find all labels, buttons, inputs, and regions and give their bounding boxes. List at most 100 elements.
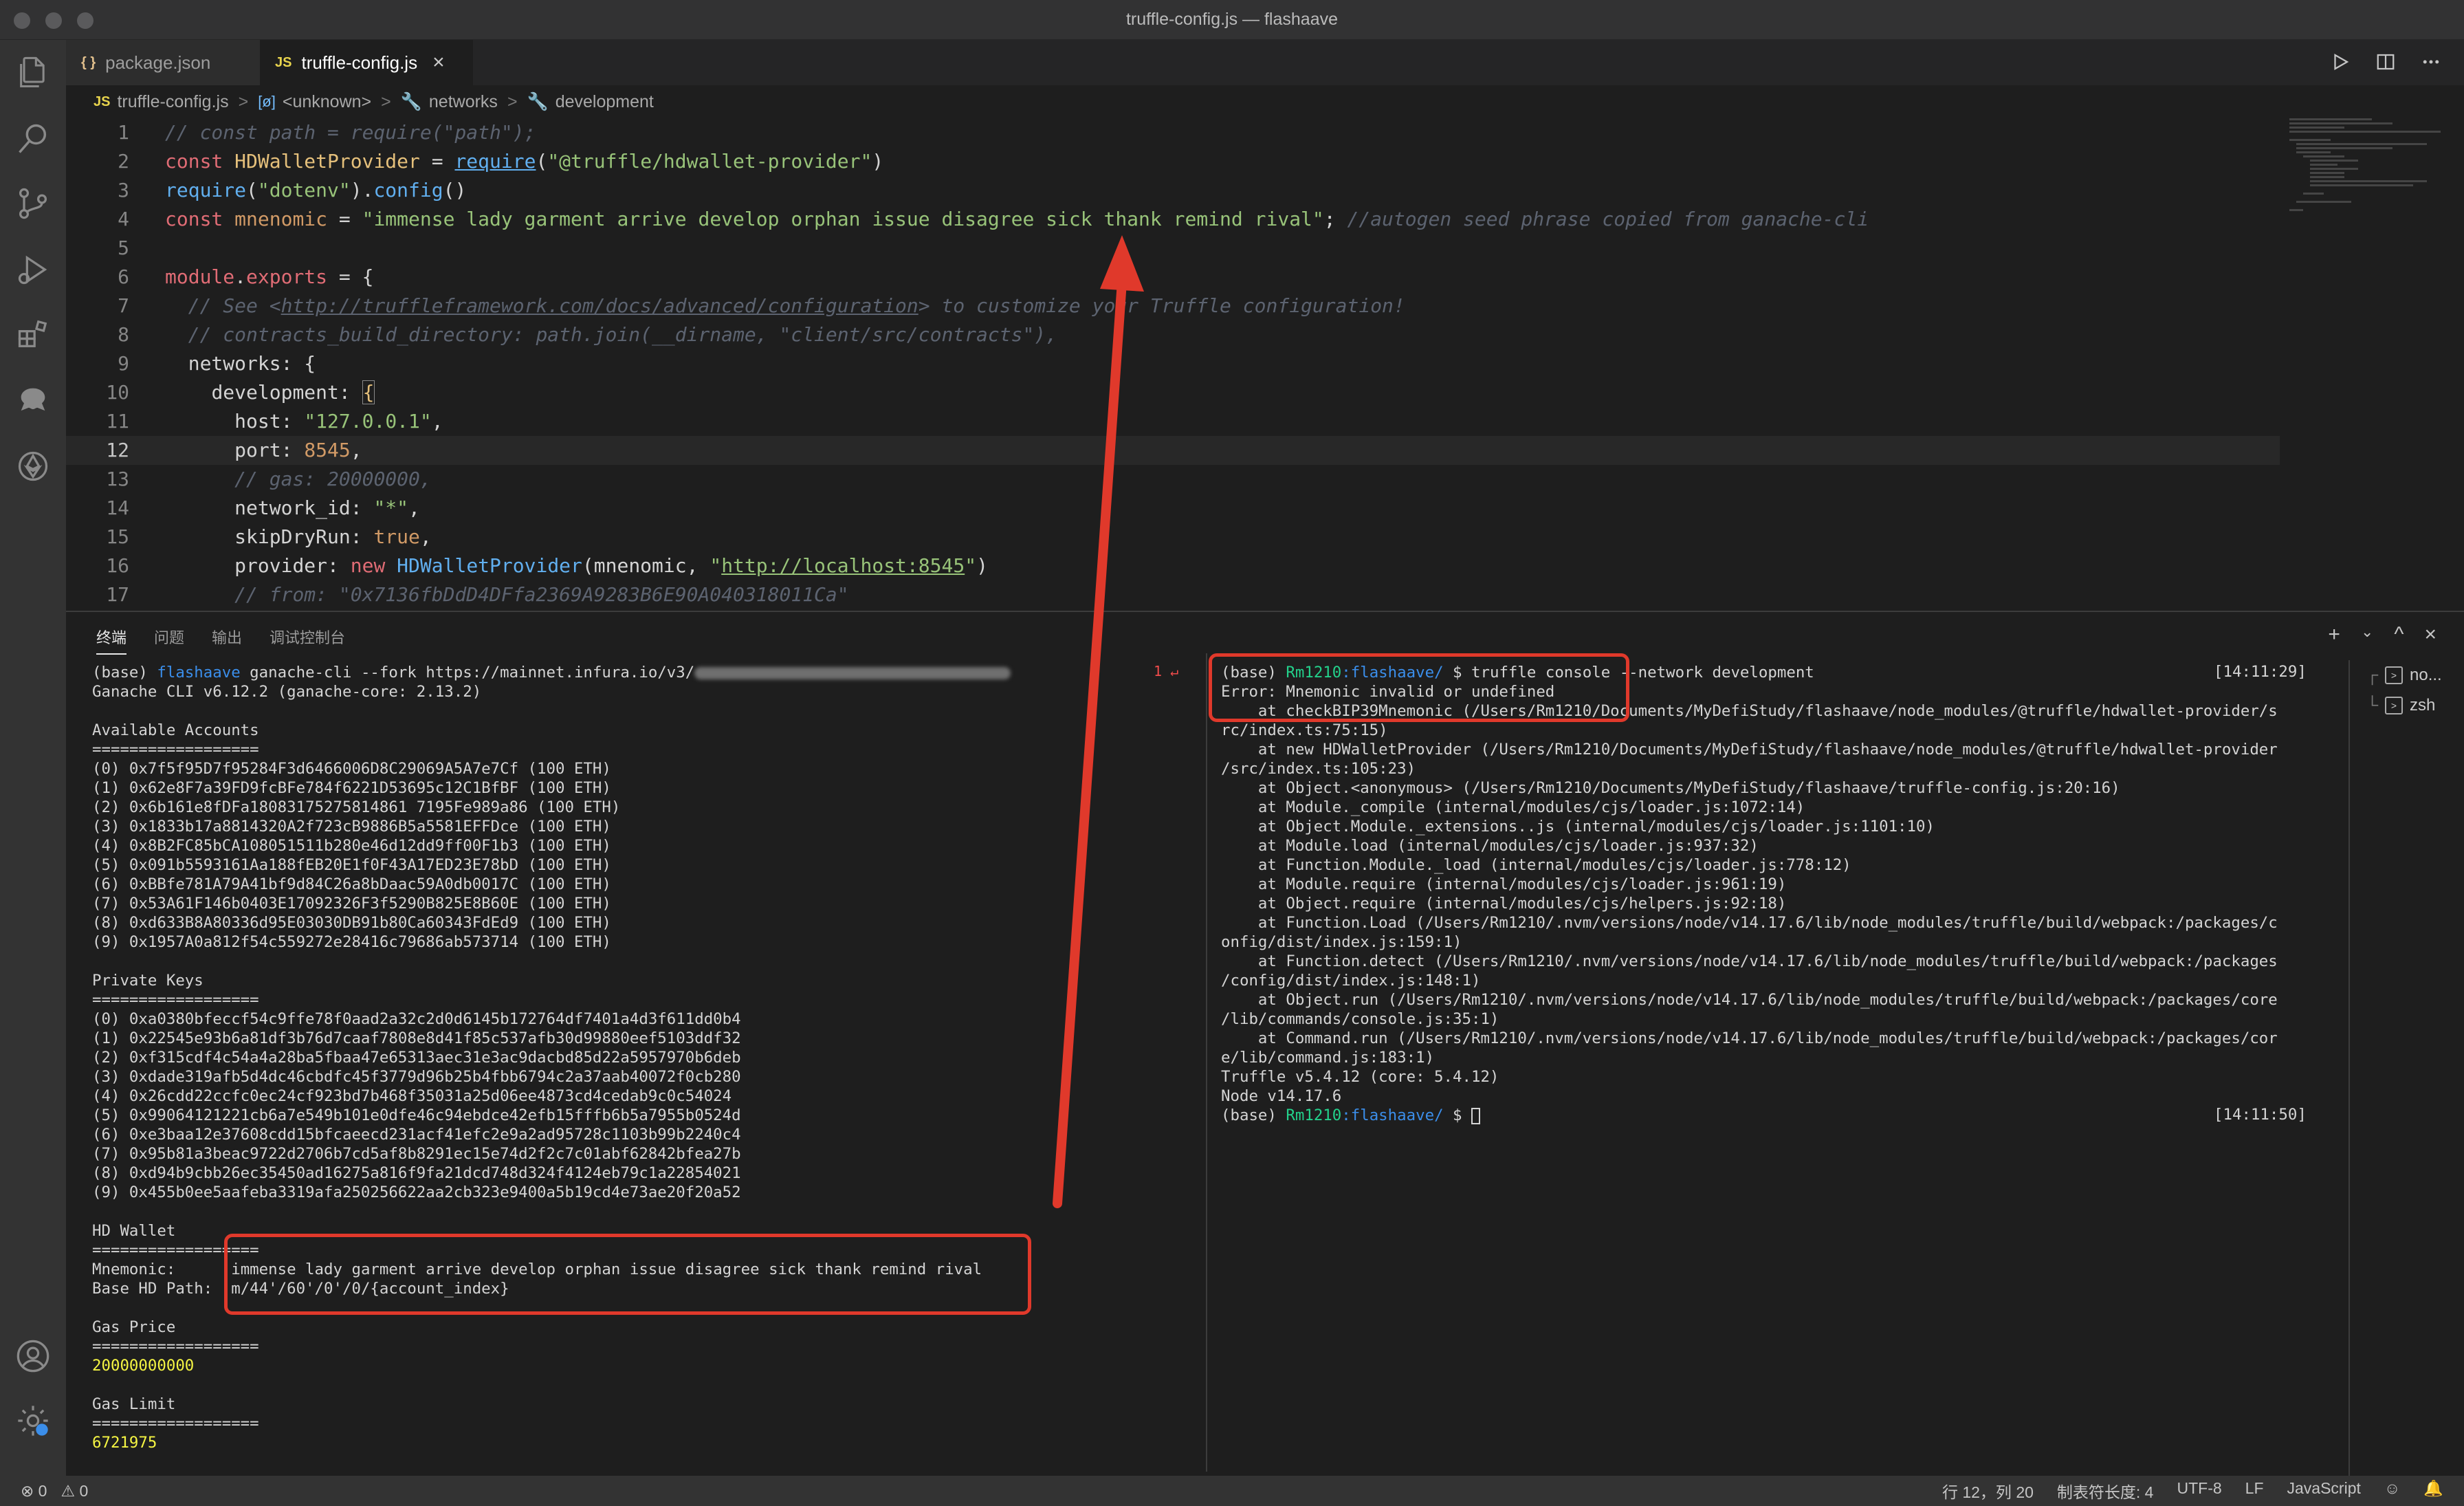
title-bar: truffle-config.js — flashaave: [0, 0, 2464, 40]
stack-line: at Module.load (internal/modules/cjs/loa…: [1221, 837, 1759, 855]
key-row: (9) 0x455b0ee5aafeba3319afa250256622aa2c…: [92, 1183, 741, 1201]
run-icon[interactable]: [2328, 50, 2353, 74]
stack-line: at Function.detect (/Users/Rm1210/.nvm/v…: [1221, 952, 2278, 970]
code-line-current: 12 port: 8545,: [66, 436, 2280, 465]
prompt-base: (base): [92, 664, 157, 681]
terminal-name: zsh: [2410, 696, 2436, 714]
run-debug-icon[interactable]: [15, 252, 51, 287]
variable-icon: [ø]: [258, 93, 276, 110]
stack-line: rc/index.ts:75:15): [1221, 721, 1388, 739]
chevron-down-icon[interactable]: ⌄: [2361, 623, 2373, 646]
terminal-icon: >: [2385, 697, 2404, 714]
language-mode[interactable]: JavaScript: [2287, 1479, 2361, 1503]
breadcrumb-item[interactable]: truffle-config.js: [117, 92, 228, 112]
feedback-icon[interactable]: ☺: [2384, 1479, 2400, 1503]
mnemonic-highlight-box: [224, 1234, 1031, 1315]
account-row: (9) 0x1957A0a812f54c559272e28416c79686ab…: [92, 933, 611, 951]
editor-actions: [2328, 50, 2443, 74]
breadcrumb-separator: >: [381, 91, 391, 111]
key-row: (8) 0xd94b9cbb26ec35450ad16275a816f9fa21…: [92, 1164, 741, 1182]
settings-gear-icon[interactable]: [15, 1403, 51, 1439]
terminal-icon: >: [2385, 666, 2404, 684]
key-row: (0) 0xa0380bfeccf54c9ffe78f0aad2a32c2d0d…: [92, 1010, 741, 1028]
status-bar: ⊗ 0 ⚠ 0 行 12，列 20 制表符长度: 4 UTF-8 LF Java…: [0, 1476, 2464, 1506]
account-row: (4) 0x8B2FC85bCA108051511b280e46d12dd9ff…: [92, 837, 611, 855]
exit-code-marker: 1 ↵: [1154, 663, 1179, 679]
redacted-key: [694, 666, 1011, 679]
close-panel-icon[interactable]: ×: [2424, 623, 2436, 646]
stack-line: /lib/commands/console.js:35:1): [1221, 1010, 1499, 1028]
rule: ==================: [92, 1415, 259, 1432]
tab-debug-console[interactable]: 调试控制台: [270, 626, 345, 655]
end-of-line[interactable]: LF: [2245, 1479, 2264, 1503]
close-tab-icon[interactable]: ×: [432, 51, 445, 74]
code-line: 14 network_id: "*",: [106, 496, 420, 519]
terminal-list-item[interactable]: ┌ > no...: [2366, 660, 2458, 690]
code-line: 17 // from: "0x7136fbDdD4DFfa2369A9283B6…: [106, 583, 849, 606]
key-row: (1) 0x22545e93b6a81df3b76d7caaf7808e8d41…: [92, 1029, 741, 1047]
prompt-dir: flashaave: [157, 664, 241, 681]
panel-tabs: 终端 问题 输出 调试控制台: [96, 626, 345, 655]
stack-line: at new HDWalletProvider (/Users/Rm1210/D…: [1221, 741, 2278, 759]
ethereum-icon[interactable]: [15, 448, 51, 484]
key-row: (6) 0xe3baa12e37608cdd15bfcaeecd231acf41…: [92, 1126, 741, 1144]
maximize-panel-icon[interactable]: ^: [2394, 623, 2404, 646]
source-control-icon[interactable]: [15, 186, 51, 221]
error-highlight-box: [1209, 653, 1629, 722]
tab-terminal[interactable]: 终端: [96, 626, 127, 655]
command-text: $: [1443, 1106, 1472, 1124]
stack-line: onfig/dist/index.js:159:1): [1221, 933, 1462, 951]
prompt-base: (base): [1221, 1106, 1286, 1124]
tab-output[interactable]: 输出: [212, 626, 242, 655]
breadcrumb-item[interactable]: <unknown>: [283, 92, 371, 112]
gas-limit-title: Gas Limit: [92, 1395, 176, 1413]
errors-indicator[interactable]: ⊗ 0: [21, 1482, 47, 1500]
minimap[interactable]: [2282, 118, 2441, 256]
key-row: (4) 0x26cdd22ccfc0ec24cf923bd7b468f35031…: [92, 1087, 732, 1105]
split-editor-icon[interactable]: [2373, 50, 2398, 74]
code-line: 9 networks: {: [118, 352, 316, 375]
key-row: (2) 0xf315cdf4c54a4a28ba5fbaa47e65313aec…: [92, 1049, 741, 1067]
account-icon[interactable]: [15, 1338, 51, 1374]
truffle-version-line: Truffle v5.4.12 (core: 5.4.12): [1221, 1068, 1499, 1086]
explorer-icon[interactable]: [15, 55, 51, 91]
tree-connector-icon: └: [2366, 696, 2379, 714]
tab-package-json[interactable]: { } package.json: [66, 40, 260, 85]
encoding[interactable]: UTF-8: [2177, 1479, 2221, 1503]
editor-tabs: { } package.json JS truffle-config.js ×: [66, 40, 2464, 85]
key-row: (7) 0x95b81a3beac9722d2706b7cd5af8b8291e…: [92, 1145, 741, 1163]
rule: ==================: [92, 1338, 259, 1355]
search-icon[interactable]: [15, 121, 51, 157]
tab-label: package.json: [105, 52, 211, 73]
tab-truffle-config[interactable]: JS truffle-config.js ×: [260, 40, 473, 85]
account-row: (1) 0x62e8F7a39FD9fcBFe784f6221D53695c12…: [92, 779, 611, 797]
timestamp: [14:11:50]: [2214, 1106, 2307, 1124]
window-title: truffle-config.js — flashaave: [1125, 10, 1339, 29]
notifications-bell-icon[interactable]: 🔔: [2423, 1479, 2443, 1503]
breadcrumb-item[interactable]: development: [556, 92, 654, 112]
prompt-user: Rm1210: [1286, 1106, 1342, 1124]
rule: ==================: [92, 991, 259, 1009]
indentation[interactable]: 制表符长度: 4: [2057, 1479, 2154, 1503]
new-terminal-icon[interactable]: +: [2328, 623, 2340, 646]
accounts-title: Available Accounts: [92, 721, 259, 739]
remote-explorer-icon[interactable]: [15, 382, 51, 418]
warnings-indicator[interactable]: ⚠ 0: [60, 1482, 88, 1500]
code-editor[interactable]: 1// const path = require("path"); 2 const…: [66, 118, 2280, 607]
code-line: 16 provider: new HDWalletProvider(mnenom…: [106, 554, 988, 577]
terminal-list-item[interactable]: └ > zsh: [2366, 690, 2458, 721]
stack-line: at Function.Load (/Users/Rm1210/.nvm/ver…: [1221, 914, 2278, 932]
terminal-left[interactable]: (base) flashaave ganache-cli --fork http…: [92, 663, 1192, 1452]
path-label: Base HD Path:: [92, 1280, 232, 1298]
more-actions-icon[interactable]: [2419, 50, 2443, 74]
cursor-position[interactable]: 行 12，列 20: [1942, 1479, 2034, 1503]
tab-problems[interactable]: 问题: [154, 626, 184, 655]
terminal-split-divider[interactable]: [1206, 653, 1207, 1472]
prompt-dir: :flashaave/: [1341, 1106, 1444, 1124]
terminal-right[interactable]: (base) Rm1210:flashaave/ $ truffle conso…: [1221, 663, 2376, 1125]
terminal-cursor: [1471, 1107, 1481, 1124]
gas-price-title: Gas Price: [92, 1318, 176, 1336]
extensions-icon[interactable]: [15, 316, 51, 352]
status-right: 行 12，列 20 制表符长度: 4 UTF-8 LF JavaScript ☺…: [1942, 1479, 2443, 1503]
breadcrumb-item[interactable]: networks: [429, 92, 498, 112]
